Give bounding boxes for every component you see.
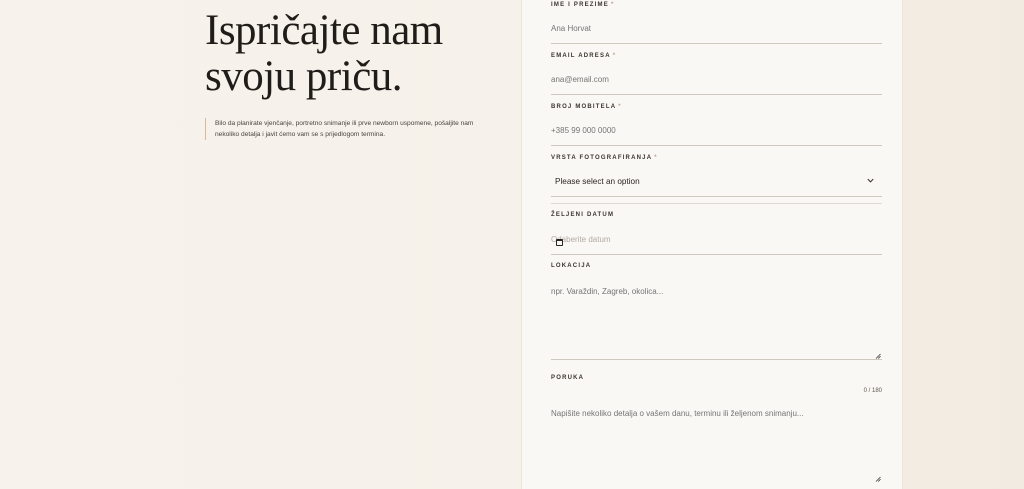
resize-handle-icon[interactable] <box>875 476 881 482</box>
location-field-group: LOKACIJA <box>551 263 882 360</box>
resize-handle-icon[interactable] <box>875 353 881 359</box>
title-line-2: svoju priču. <box>205 53 403 100</box>
name-label-text: IME I PREZIME <box>551 2 609 8</box>
hero-section: Ispričajte nam svoju priču. Bilo da plan… <box>205 8 485 140</box>
location-textarea[interactable] <box>551 275 882 360</box>
divider <box>551 203 882 204</box>
photo-type-select[interactable]: Please select an option <box>551 167 882 197</box>
intro-text: Bilo da planirate vjenčanje, portretno s… <box>205 118 475 140</box>
chevron-down-icon <box>867 178 874 183</box>
character-counter: 0 / 180 <box>863 388 882 394</box>
title-line-1: Ispričajte nam <box>205 7 443 54</box>
phone-label-text: BROJ MOBITELA <box>551 104 617 110</box>
message-label: PORUKA <box>551 375 585 381</box>
type-label-text: VRSTA FOTOGRAFIRANJA <box>551 155 653 161</box>
calendar-icon[interactable] <box>556 239 563 246</box>
page: Ispričajte nam svoju priču. Bilo da plan… <box>0 0 1024 489</box>
phone-input[interactable] <box>551 116 882 146</box>
required-mark: * <box>610 2 615 8</box>
name-label: IME I PREZIME * <box>551 2 882 8</box>
email-label: EMAIL ADRESA * <box>551 53 882 59</box>
message-textarea[interactable] <box>551 397 882 489</box>
page-title: Ispričajte nam svoju priču. <box>205 8 485 100</box>
name-field-group: IME I PREZIME * <box>551 2 882 44</box>
email-field-group: EMAIL ADRESA * <box>551 53 882 95</box>
date-input[interactable]: Odaberite datum <box>551 224 882 255</box>
location-label: LOKACIJA <box>551 263 592 269</box>
contact-form: IME I PREZIME* EMAIL ADRESA* BROJ MOBITE… <box>521 0 903 489</box>
message-field-group: PORUKA 0 / 180 <box>551 375 882 489</box>
date-label: ŽELJENI DATUM <box>551 212 615 218</box>
required-mark: * <box>618 104 622 110</box>
email-label-text: EMAIL ADRESA <box>551 53 611 59</box>
select-value: Please select an option <box>555 177 640 186</box>
name-input[interactable] <box>551 14 882 44</box>
phone-field-group: BROJ MOBITELA * <box>551 104 882 146</box>
email-input[interactable] <box>551 65 882 95</box>
required-mark: * <box>654 155 658 161</box>
phone-label: BROJ MOBITELA * <box>551 104 882 110</box>
type-field-group: VRSTA FOTOGRAFIRANJA * Please select an o… <box>551 155 882 204</box>
required-mark: * <box>612 53 617 59</box>
type-label: VRSTA FOTOGRAFIRANJA * <box>551 155 882 161</box>
date-field-group: ŽELJENI DATUM Odaberite datum <box>551 212 882 255</box>
